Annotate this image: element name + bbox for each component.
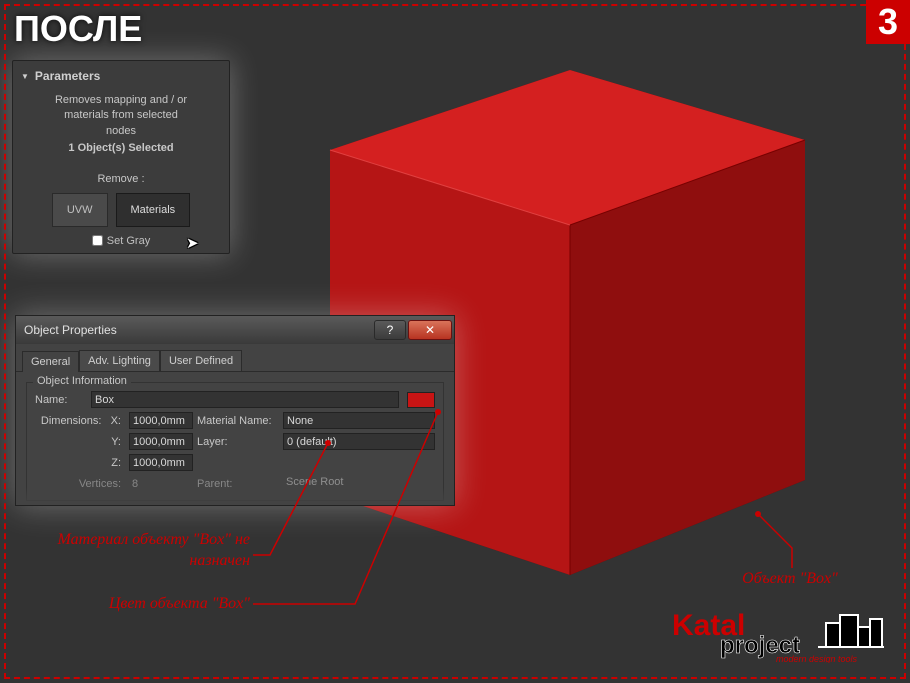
- dialog-title: Object Properties: [24, 323, 372, 337]
- tab-adv-lighting[interactable]: Adv. Lighting: [79, 350, 160, 371]
- annotation-material: Материал объекту "Box" не назначен: [40, 530, 250, 572]
- z-label: Z:: [35, 457, 125, 469]
- material-name-label: Material Name:: [197, 415, 279, 427]
- set-gray-checkbox[interactable]: [92, 235, 103, 246]
- layer-field[interactable]: [283, 433, 435, 450]
- tab-user-defined[interactable]: User Defined: [160, 350, 242, 371]
- parameters-header[interactable]: ▼ Parameters: [19, 67, 223, 89]
- group-title: Object Information: [33, 375, 131, 387]
- cursor-icon: ➤: [186, 234, 199, 252]
- object-information-group: Object Information Name: Dimensions: X: …: [26, 382, 444, 501]
- dim-x-field[interactable]: [129, 412, 193, 429]
- dialog-tabs: General Adv. Lighting User Defined: [16, 344, 454, 372]
- step-badge: 3: [866, 0, 910, 44]
- brand-logo: Katal project modern design tools: [668, 605, 886, 663]
- object-properties-dialog: Object Properties ? ✕ General Adv. Light…: [15, 315, 455, 506]
- y-label: Y:: [35, 436, 125, 448]
- annotation-object: Объект "Box": [730, 570, 850, 588]
- dialog-titlebar[interactable]: Object Properties ? ✕: [16, 316, 454, 344]
- name-field[interactable]: [91, 391, 399, 408]
- params-selected: 1 Object(s) Selected: [27, 141, 215, 156]
- params-desc-2: materials from selected: [27, 108, 215, 123]
- params-desc-1: Removes mapping and / or: [27, 93, 215, 108]
- dim-z-field[interactable]: [129, 454, 193, 471]
- dim-y-field[interactable]: [129, 433, 193, 450]
- parameters-panel: ▼ Parameters Removes mapping and / or ma…: [12, 60, 230, 254]
- materials-button[interactable]: Materials: [116, 193, 191, 227]
- parameters-title: Parameters: [35, 69, 100, 83]
- annotation-color: Цвет объекта "Box": [100, 595, 250, 613]
- dimensions-label: Dimensions: X:: [35, 415, 125, 427]
- collapse-icon: ▼: [21, 72, 29, 81]
- overlay-title: ПОСЛЕ: [14, 8, 142, 50]
- close-button[interactable]: ✕: [408, 320, 452, 340]
- remove-label: Remove :: [19, 173, 223, 185]
- tab-general[interactable]: General: [22, 351, 79, 372]
- name-label: Name:: [35, 394, 87, 406]
- params-desc-3: nodes: [27, 124, 215, 139]
- layer-label: Layer:: [197, 436, 279, 448]
- svg-text:modern design tools: modern design tools: [776, 654, 858, 663]
- help-button[interactable]: ?: [374, 320, 406, 340]
- color-swatch[interactable]: [407, 392, 435, 408]
- uvw-button[interactable]: UVW: [52, 193, 108, 227]
- fade: [16, 487, 454, 505]
- set-gray-label: Set Gray: [107, 235, 150, 247]
- material-name-field[interactable]: [283, 412, 435, 429]
